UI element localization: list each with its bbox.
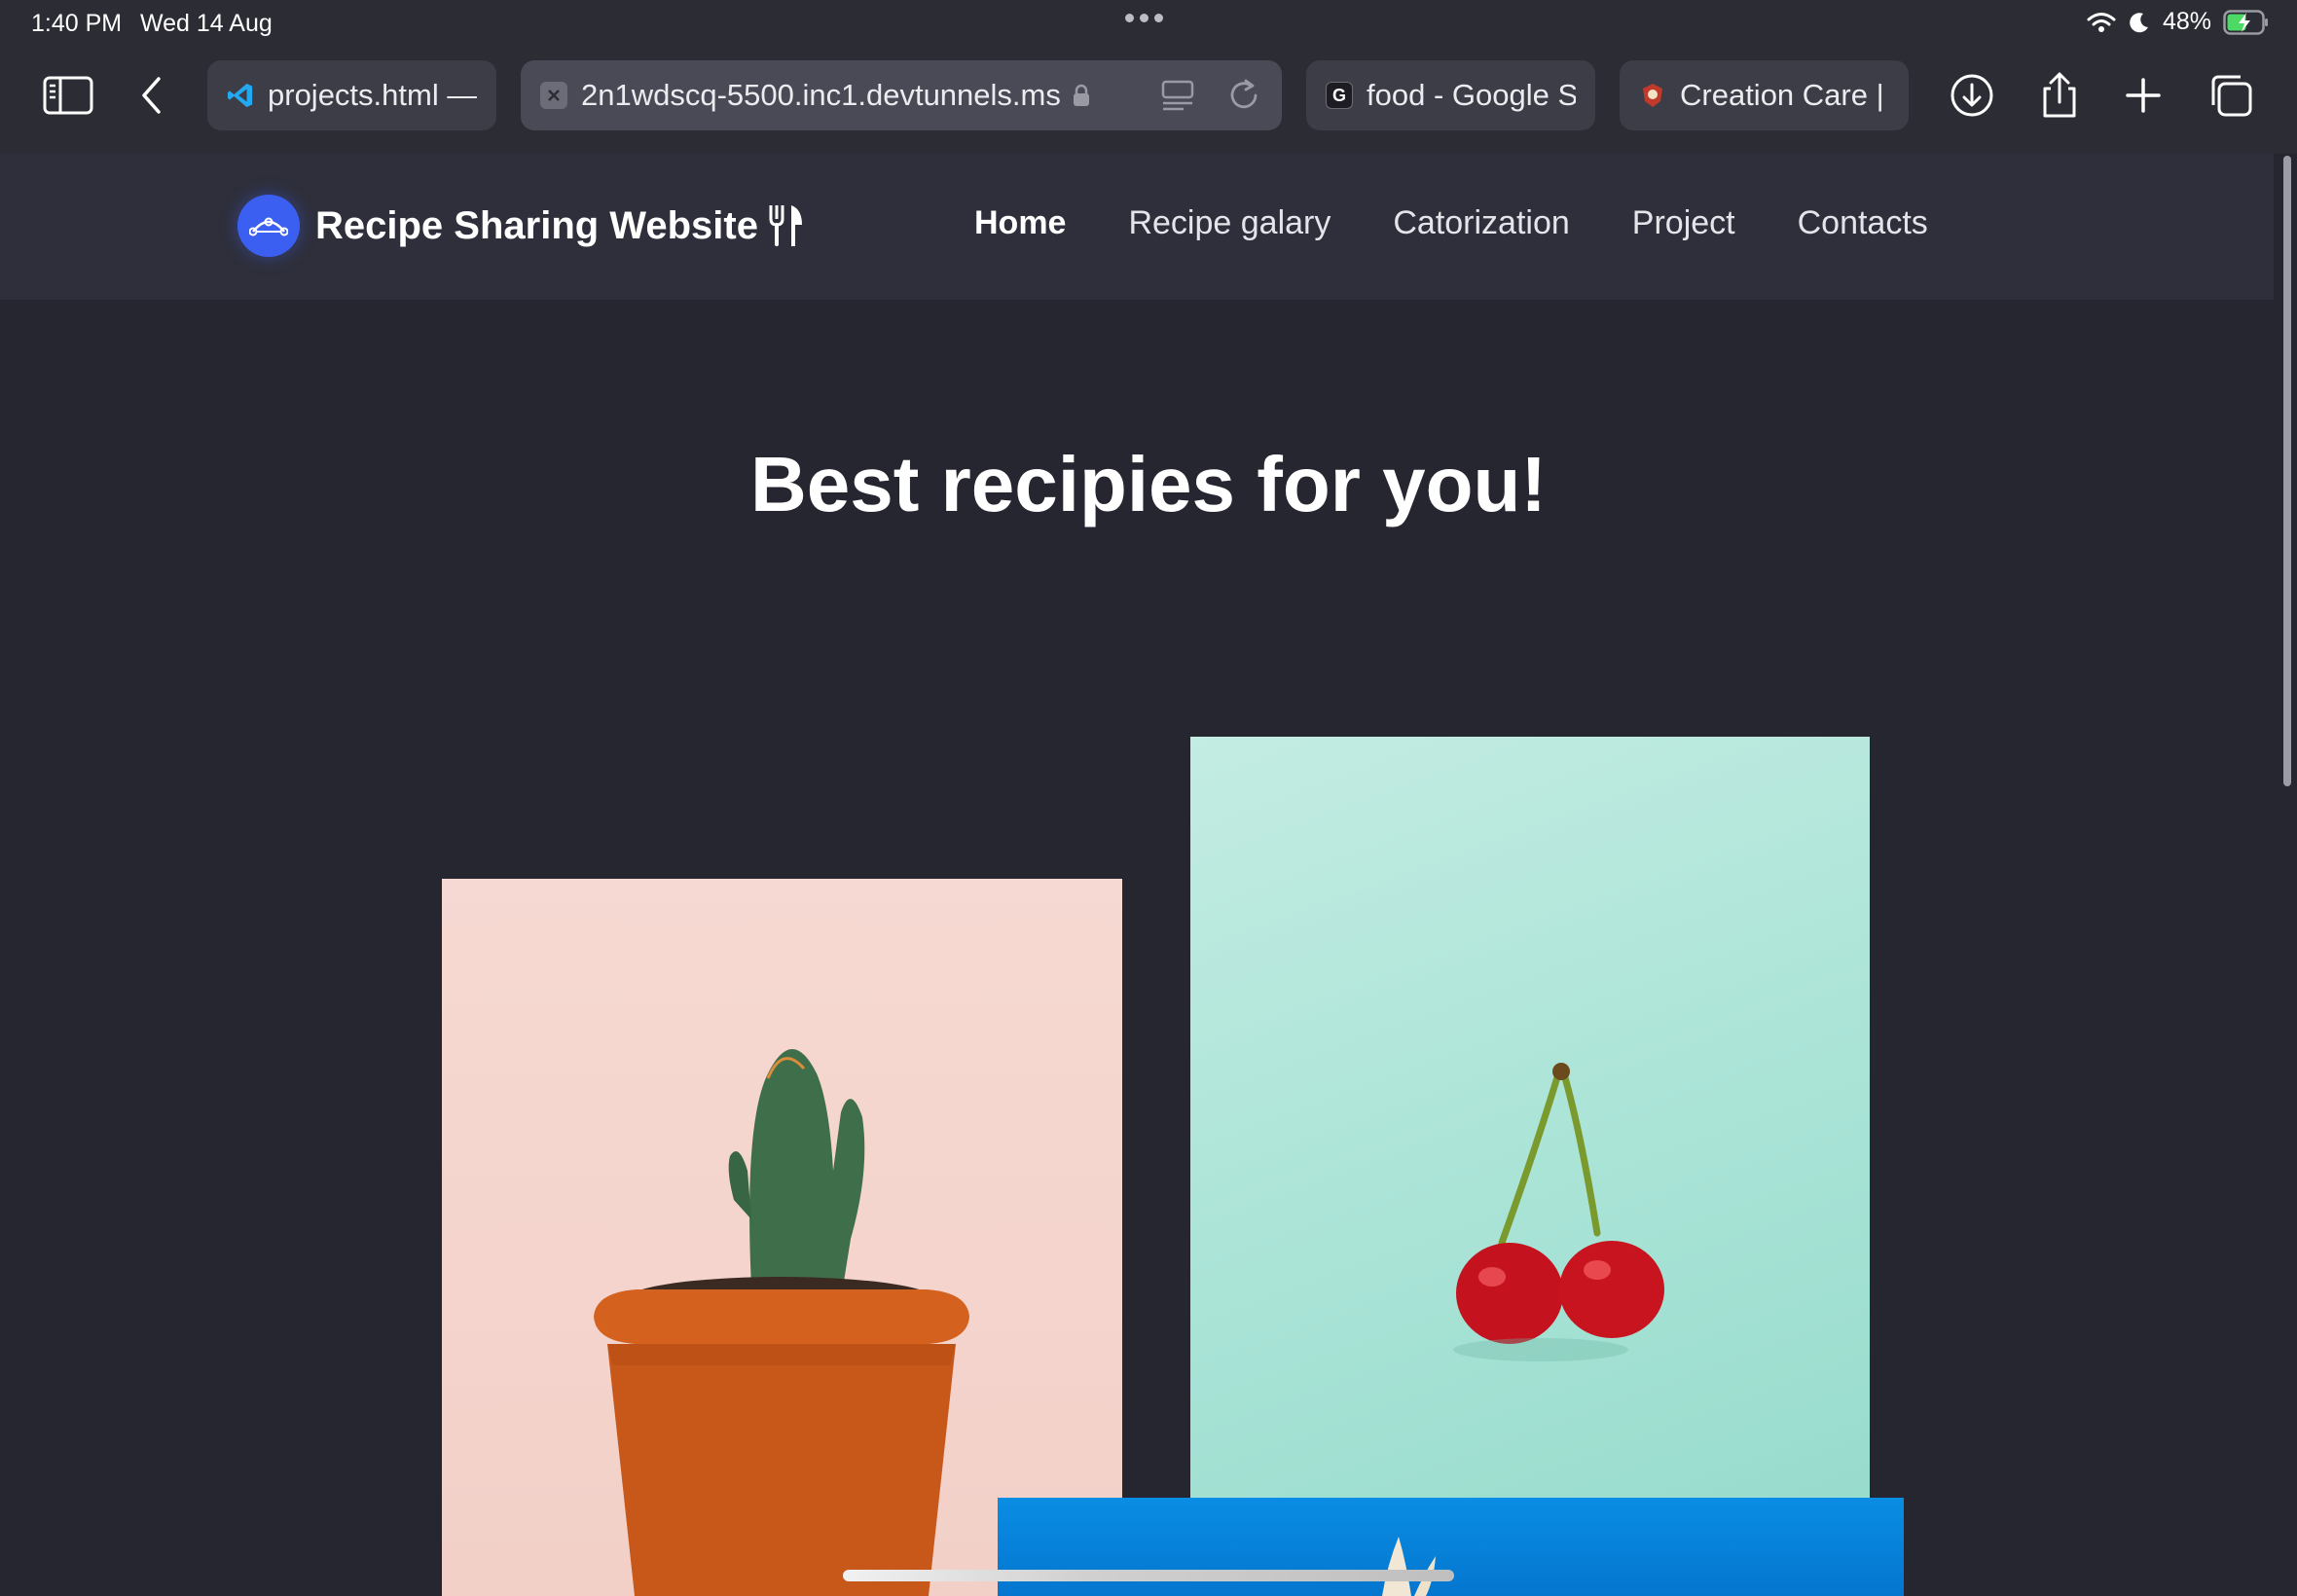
nav-recipe-gallery[interactable]: Recipe galary: [1128, 204, 1331, 242]
share-icon[interactable]: [2032, 68, 2087, 123]
address-url: 2n1wdscq-5500.inc1.devtunnels.ms: [581, 78, 1061, 112]
browser-toolbar: projects.html — 2n1wdscq-5500.inc1.devtu…: [0, 47, 2297, 154]
tab-label: food - Google S: [1367, 78, 1576, 112]
nav-categorization[interactable]: Catorization: [1393, 204, 1569, 242]
reload-icon[interactable]: [1226, 78, 1261, 113]
vscode-icon: [227, 82, 254, 109]
tab-overview-icon[interactable]: [2204, 68, 2258, 123]
new-tab-plus-icon[interactable]: [2116, 68, 2170, 123]
tab-address-bar[interactable]: 2n1wdscq-5500.inc1.devtunnels.ms: [521, 60, 1282, 130]
tab-projects-html[interactable]: projects.html —: [207, 60, 496, 130]
status-time: 1:40 PM: [31, 10, 123, 37]
brand-logo-icon: [237, 195, 300, 257]
moon-icon: [2130, 12, 2148, 32]
home-indicator[interactable]: [843, 1570, 1454, 1581]
tab-food-google[interactable]: G food - Google S: [1306, 60, 1595, 130]
tab-label: Creation Care | A: [1680, 78, 1889, 112]
brand[interactable]: Recipe Sharing Website: [237, 195, 805, 257]
brand-name: Recipe Sharing Website: [315, 203, 758, 247]
nav-contacts[interactable]: Contacts: [1798, 204, 1928, 242]
sidebar-toggle-icon[interactable]: [41, 68, 95, 123]
reader-view-icon[interactable]: [1160, 78, 1195, 113]
multitasking-dots-icon[interactable]: [1125, 14, 1163, 22]
ipad-screen: 1:40 PM Wed 14 Aug 48% projects.html — 2…: [0, 0, 2297, 1596]
crest-icon: [1639, 82, 1666, 109]
back-chevron-icon[interactable]: [125, 68, 179, 123]
site-navbar: Recipe Sharing Website Home Recipe galar…: [0, 154, 2274, 300]
battery-charging-icon: [2223, 9, 2268, 35]
nav-home[interactable]: Home: [974, 204, 1066, 242]
vertical-scrollbar[interactable]: [2283, 156, 2291, 786]
tab-label: projects.html —: [268, 78, 477, 112]
wifi-icon: [2087, 12, 2116, 32]
nav-links: Home Recipe galary Catorization Project …: [974, 204, 1928, 242]
status-date: Wed 14 Aug: [140, 10, 273, 37]
tab-creation-care[interactable]: Creation Care | A: [1620, 60, 1909, 130]
lock-icon: [1073, 84, 1089, 106]
nav-project[interactable]: Project: [1632, 204, 1735, 242]
google-icon: G: [1326, 82, 1353, 109]
battery-percentage: 48%: [2162, 8, 2211, 35]
status-bar: 1:40 PM Wed 14 Aug 48%: [0, 0, 2297, 47]
fork-knife-icon: [769, 205, 802, 246]
download-icon[interactable]: [1945, 68, 1999, 123]
status-indicators: 48%: [2087, 8, 2270, 36]
x-icon: [540, 82, 567, 109]
cherry-photo[interactable]: [1190, 737, 1870, 1499]
hero-title: Best recipies for you!: [749, 441, 1547, 527]
cactus-photo[interactable]: [442, 879, 1122, 1596]
